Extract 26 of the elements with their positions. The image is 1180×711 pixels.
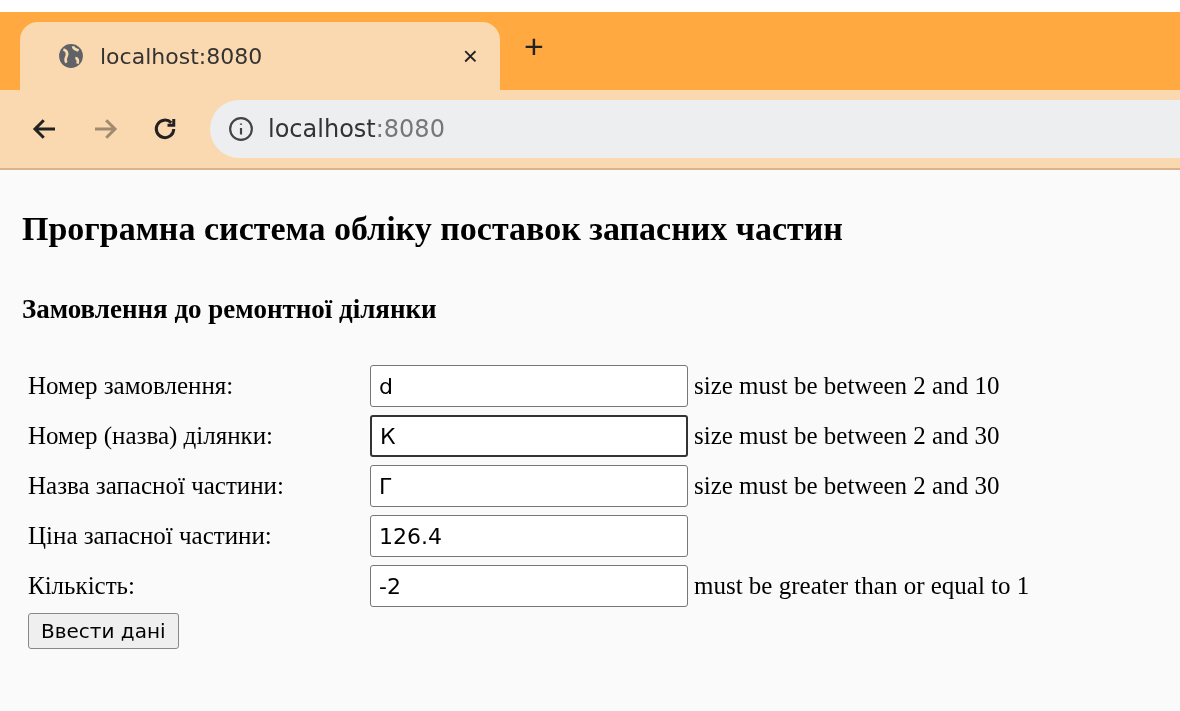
- submit-button[interactable]: Ввести дані: [28, 613, 179, 649]
- close-tab-button[interactable]: ×: [462, 40, 478, 72]
- browser-tab[interactable]: localhost:8080 ×: [20, 22, 500, 90]
- address-bar[interactable]: localhost:8080: [210, 100, 1180, 158]
- field-label: Номер замовлення:: [28, 372, 235, 400]
- field-label: Кількість:: [28, 572, 136, 600]
- error-message: size must be between 2 and 30: [694, 472, 1001, 500]
- input-field[interactable]: 126.4: [370, 515, 688, 557]
- input-field[interactable]: d: [370, 365, 688, 407]
- address-host: localhost: [268, 115, 376, 143]
- form-title: Замовлення до ремонтної ділянки: [22, 294, 438, 325]
- tab-title: localhost:8080: [100, 43, 264, 69]
- address-port: :8080: [375, 115, 445, 143]
- error-message: size must be between 2 and 30: [694, 422, 1001, 450]
- input-field[interactable]: К: [370, 415, 688, 457]
- error-message: size must be between 2 and 10: [694, 372, 1001, 400]
- new-tab-button[interactable]: +: [524, 26, 544, 66]
- field-label: Номер (назва) ділянки:: [28, 422, 275, 450]
- info-icon: [228, 116, 254, 142]
- globe-icon: [58, 43, 84, 69]
- error-message: must be greater than or equal to 1: [694, 572, 1031, 600]
- field-label: Ціна запасної частини:: [28, 522, 273, 550]
- page-title: Програмна система обліку поставок запасних частин: [22, 210, 844, 248]
- field-label: Назва запасної частини:: [28, 472, 285, 500]
- input-field[interactable]: Г: [370, 465, 688, 507]
- input-field[interactable]: -2: [370, 565, 688, 607]
